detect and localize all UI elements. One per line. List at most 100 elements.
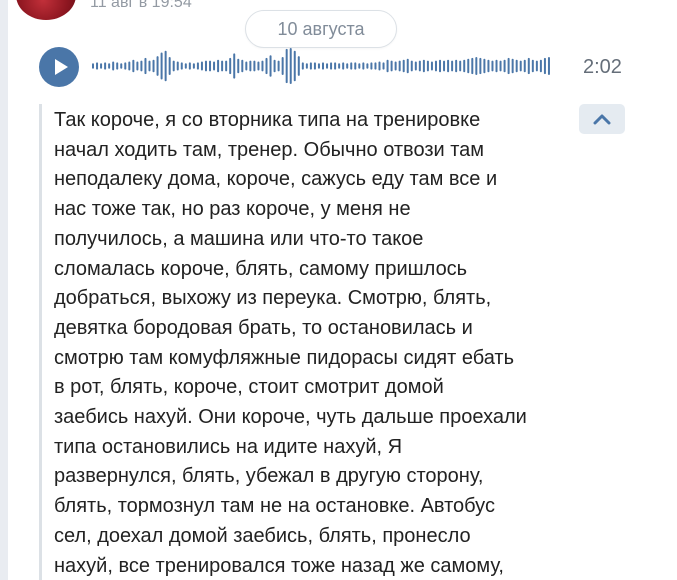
chevron-up-icon	[593, 114, 611, 125]
waveform-bar	[370, 62, 373, 70]
waveform-bar	[301, 62, 304, 70]
waveform-bar	[261, 60, 264, 72]
waveform-bar	[326, 63, 329, 69]
waveform-bar	[204, 60, 207, 72]
transcript-line: сломалась короче, блять, самому пришлось	[54, 257, 468, 280]
waveform-bar	[233, 53, 236, 79]
waveform-bar	[467, 58, 470, 74]
waveform-bar	[176, 61, 179, 71]
waveform-bar	[172, 60, 175, 72]
waveform-bar	[451, 60, 454, 72]
waveform-bar	[116, 62, 119, 70]
message-time[interactable]: 11 авг в 19:54	[90, 0, 192, 12]
waveform-bar	[281, 57, 284, 75]
waveform-bar	[547, 57, 550, 75]
waveform-bar	[523, 59, 526, 73]
waveform-bar	[200, 61, 203, 71]
collapse-transcript-button[interactable]	[579, 104, 625, 134]
waveform-bar	[455, 59, 458, 73]
waveform-bar	[447, 59, 450, 73]
waveform-bar	[273, 59, 276, 73]
transcript-line: Так короче, я со вторника типа на тренир…	[54, 109, 481, 131]
waveform-bar	[184, 63, 187, 69]
waveform-bar	[439, 59, 442, 73]
transcript-line: добраться, выхожу из переука. Смотрю, бл…	[54, 287, 492, 310]
waveform-bar	[196, 62, 199, 70]
waveform-bar	[277, 60, 280, 72]
waveform-bar	[289, 48, 292, 84]
waveform-bar	[108, 63, 111, 69]
transcript-line: неподалеку дома, короче, сажусь еду там …	[54, 168, 498, 191]
waveform-bar	[160, 52, 163, 80]
transcript-line: в рот, блять, короче, стоит смотрит домо…	[54, 376, 444, 399]
waveform-bar	[245, 61, 248, 71]
waveform-bar	[394, 61, 397, 71]
waveform-bar	[156, 56, 159, 76]
waveform-bar	[164, 50, 167, 82]
waveform-bar	[305, 63, 308, 69]
waveform-bar	[519, 60, 522, 72]
waveform-bar	[414, 61, 417, 71]
waveform-bar	[386, 59, 389, 73]
waveform-bar	[430, 61, 433, 71]
waveform-bar	[491, 60, 494, 72]
waveform-bar	[269, 55, 272, 77]
waveform-bar	[475, 57, 478, 75]
transcript-line: типа остановились на идите нахуй, Я	[54, 435, 403, 458]
waveform-bar	[507, 57, 510, 75]
chat-view: 11 авг в 19:54 10 августа 2:02 Так короч…	[0, 0, 677, 580]
waveform-bar	[402, 59, 405, 73]
waveform-bar	[426, 60, 429, 72]
waveform-bar	[499, 60, 502, 72]
waveform-bar	[487, 59, 490, 73]
waveform-bar	[100, 63, 103, 69]
waveform-bar	[366, 63, 369, 69]
waveform-bar	[112, 61, 115, 71]
transcript-line: сел, доехал домой заебись, блять, пронес…	[54, 524, 471, 547]
play-icon[interactable]	[39, 47, 79, 87]
waveform-bar	[350, 62, 353, 70]
voice-waveform[interactable]	[92, 48, 552, 84]
waveform-bar	[463, 59, 466, 73]
voice-transcript: Так короче, я со вторника типа на тренир…	[54, 106, 564, 580]
waveform-bar	[338, 63, 341, 69]
waveform-bar	[237, 58, 240, 74]
waveform-bar	[229, 57, 232, 75]
waveform-bar	[297, 56, 300, 76]
waveform-bar	[527, 57, 530, 75]
waveform-bar	[104, 62, 107, 70]
waveform-bar	[434, 60, 437, 72]
waveform-bar	[241, 59, 244, 73]
transcript-line: нахуй, все тренировался тоже назад же са…	[54, 554, 504, 577]
waveform-bar	[362, 62, 365, 70]
avatar[interactable]	[16, 0, 76, 20]
waveform-bar	[443, 60, 446, 72]
waveform-bar	[354, 62, 357, 70]
waveform-bar	[531, 59, 534, 73]
waveform-bar	[511, 58, 514, 74]
waveform-bar	[483, 58, 486, 74]
waveform-bar	[293, 50, 296, 82]
transcript-line: нас тоже так, но раз короче, у меня не	[54, 198, 411, 221]
waveform-bar	[418, 60, 421, 72]
transcript-line: начал ходить там, тренер. Обычно отвози …	[54, 138, 485, 161]
waveform-bar	[422, 59, 425, 73]
waveform-bar	[217, 59, 220, 73]
waveform-bar	[180, 62, 183, 70]
waveform-bar	[225, 60, 228, 72]
waveform-bar	[535, 60, 538, 72]
transcript-line: получилось, а машина или что-то такое	[54, 227, 424, 250]
waveform-bar	[342, 62, 345, 70]
transcript-border	[39, 104, 42, 580]
waveform-bar	[322, 62, 324, 70]
waveform-bar	[309, 62, 312, 70]
waveform-bar	[543, 57, 546, 75]
left-rail	[0, 0, 8, 580]
transcript-line: блять, тормознул там не на остановке. Ав…	[54, 495, 495, 518]
waveform-bar	[382, 62, 385, 70]
waveform-bar	[358, 63, 361, 69]
waveform-bar	[168, 57, 171, 75]
waveform-bar	[120, 63, 123, 69]
waveform-bar	[471, 57, 474, 75]
waveform-bar	[317, 63, 320, 69]
